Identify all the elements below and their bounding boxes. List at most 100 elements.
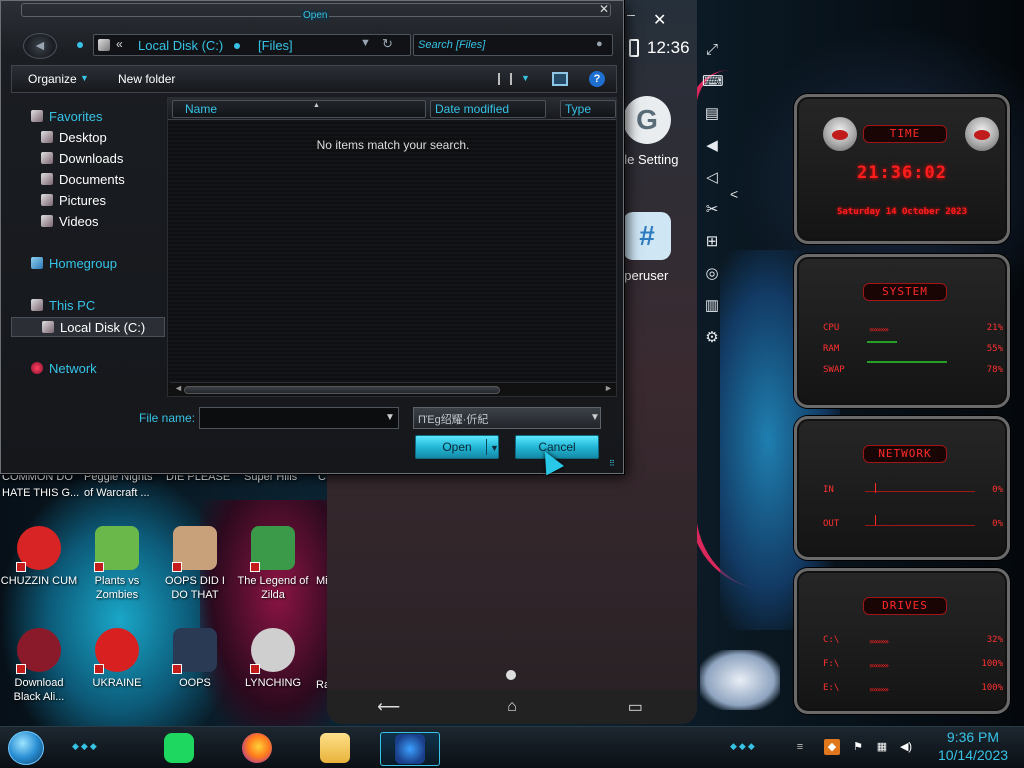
scrollbar-thumb[interactable] — [184, 386, 500, 394]
volume-up-icon[interactable]: ◀ — [702, 136, 722, 156]
nav-desktop[interactable]: Desktop — [11, 128, 165, 148]
chevron-down-icon[interactable]: ▼ — [385, 412, 395, 423]
taskbar-app-file-explorer[interactable] — [306, 732, 366, 766]
back-button[interactable]: ◄ — [23, 33, 57, 59]
system-tray: ≡ ◆ ⚑ ▦ ◀) — [792, 737, 932, 759]
nav-videos[interactable]: Videos — [11, 212, 165, 232]
swap-label: SWAP — [823, 365, 845, 375]
volume-down-icon[interactable]: ◁ — [702, 168, 722, 188]
resize-grip-icon[interactable]: ⠿ — [609, 459, 615, 468]
breadcrumb-files[interactable]: [Files] — [258, 38, 293, 53]
desktop-icon-plants-vs-zombies[interactable]: Plants vs Zombies — [78, 526, 156, 602]
chevron-down-icon[interactable]: ▼ — [490, 437, 499, 459]
file-list[interactable]: ▲ Name Date modified Type No items match… — [167, 97, 617, 397]
shortcut-icon — [172, 562, 182, 572]
chevron-down-icon[interactable]: ▼ — [360, 37, 371, 49]
nav-documents[interactable]: Documents — [11, 170, 165, 190]
desktop-icon-chuzzin-cum[interactable]: CHUZZIN CUM — [0, 526, 78, 588]
shake-icon[interactable]: ▥ — [702, 296, 722, 316]
screenshot-icon[interactable]: ✂ — [702, 200, 722, 220]
location-icon[interactable]: ◎ — [702, 264, 722, 284]
breadcrumb-overflow[interactable]: « — [116, 37, 123, 51]
desktop-icon-lynching[interactable]: LYNCHING — [234, 628, 312, 690]
file-type-select[interactable]: ΠΈg绍耀·伒紀 ▼ — [413, 407, 601, 429]
help-icon[interactable]: ? — [589, 71, 605, 87]
view-options-icon[interactable] — [498, 73, 512, 85]
tray-app-icon[interactable]: ◆ — [824, 739, 840, 755]
preview-pane-icon[interactable] — [552, 72, 568, 86]
desktop-icon-label[interactable]: Mi — [316, 574, 328, 588]
recents-button[interactable]: ▭ — [615, 697, 655, 717]
forward-button[interactable] — [77, 42, 83, 48]
apk-install-icon[interactable]: ▤ — [702, 104, 722, 124]
taskbar-app-active[interactable] — [380, 732, 440, 766]
volume-icon[interactable]: ◀) — [898, 739, 914, 755]
navigation-pane: Favorites Desktop Downloads Documents Pi… — [11, 97, 167, 397]
breadcrumb-separator[interactable] — [234, 43, 240, 49]
chevron-down-icon[interactable]: ▼ — [521, 73, 530, 83]
desktop-icon-download-black-ali[interactable]: Download Black Ali... — [0, 628, 78, 704]
scroll-left-icon[interactable]: ◄ — [174, 383, 183, 393]
minimize-icon[interactable]: – — [627, 6, 635, 22]
drive-e-value: 100% — [981, 683, 1003, 693]
scroll-right-icon[interactable]: ► — [604, 383, 613, 393]
desktop-icon-oops[interactable]: OOPS — [156, 628, 234, 690]
column-date-modified[interactable]: Date modified — [430, 100, 546, 118]
nav-homegroup[interactable]: Homegroup — [11, 254, 165, 274]
start-button[interactable] — [8, 731, 44, 765]
multi-instance-icon[interactable]: ⊞ — [702, 232, 722, 252]
search-input[interactable] — [418, 37, 588, 53]
time-panel: TIME 21:36:02 Saturday 14 October 2023 — [794, 94, 1010, 244]
close-icon[interactable]: ✕ — [595, 2, 613, 16]
taskbar-clock-time[interactable]: 9:36 PM — [928, 729, 1018, 745]
taskbar-clock-date[interactable]: 10/14/2023 — [928, 747, 1018, 763]
breadcrumb-local-disk[interactable]: Local Disk (C:) — [138, 38, 223, 53]
dialog-titlebar[interactable]: Open ✕ — [1, 1, 623, 29]
desktop-icon-label[interactable]: HATE THIS G... — [2, 486, 79, 500]
back-button[interactable]: ⟵ — [369, 697, 409, 717]
file-name-input[interactable] — [199, 407, 399, 429]
nav-this-pc[interactable]: This PC — [11, 296, 165, 316]
column-type[interactable]: Type — [560, 100, 616, 118]
chevron-down-icon[interactable]: ▼ — [80, 73, 89, 83]
new-folder-button[interactable]: New folder — [118, 72, 175, 86]
nav-label: Videos — [59, 214, 99, 229]
search-icon[interactable]: ● — [596, 38, 603, 50]
refresh-icon[interactable]: ↻ — [382, 36, 393, 52]
search-box[interactable]: ● — [413, 34, 613, 56]
ram-label: RAM — [823, 344, 840, 354]
home-button[interactable]: ⌂ — [492, 698, 532, 716]
action-center-icon[interactable]: ⚑ — [850, 739, 866, 755]
network-icon[interactable]: ▦ — [874, 739, 890, 755]
app-google-settings[interactable]: G gle Setting — [617, 96, 707, 167]
desktop-icon-ukraine[interactable]: UKRAINE — [78, 628, 156, 690]
collapse-toolbar-icon[interactable]: < — [730, 186, 738, 202]
desktop-icon-oops-did-i-do-that[interactable]: OOPS DID I DO THAT — [156, 526, 234, 602]
computer-icon — [31, 299, 43, 311]
nav-label: Network — [49, 361, 97, 376]
spotify-icon — [164, 733, 194, 763]
organize-button[interactable]: Organize — [28, 72, 77, 86]
horizontal-scrollbar[interactable]: ◄ ► — [170, 382, 616, 396]
tray-expand-icon[interactable]: ≡ — [792, 739, 808, 755]
desktop-icon-legend-of-zilda[interactable]: The Legend of Zilda — [234, 526, 312, 602]
taskbar-app-firefox[interactable] — [228, 732, 288, 766]
nav-local-disk[interactable]: Local Disk (C:) — [11, 317, 165, 337]
column-label: Type — [565, 102, 592, 116]
app-superuser[interactable]: # uperuser — [617, 212, 707, 283]
nav-pictures[interactable]: Pictures — [11, 191, 165, 211]
taskbar-app-spotify[interactable] — [150, 732, 210, 766]
open-button[interactable]: Open ▼ — [415, 435, 499, 459]
sort-arrow-icon: ▲ — [313, 102, 320, 109]
nav-downloads[interactable]: Downloads — [11, 149, 165, 169]
nav-network[interactable]: Network — [11, 359, 165, 379]
fullscreen-icon[interactable]: ⤢ — [702, 40, 722, 60]
column-name[interactable]: ▲ Name — [172, 100, 426, 118]
close-icon[interactable]: ✕ — [653, 10, 666, 30]
star-icon — [31, 110, 43, 122]
address-bar[interactable]: « Local Disk (C:) [Files] ▼ ↻ — [93, 34, 411, 56]
settings-icon[interactable]: ⚙ — [702, 328, 722, 348]
nav-favorites[interactable]: Favorites — [11, 107, 165, 127]
keyboard-icon[interactable]: ⌨ — [702, 72, 724, 92]
desktop-icon-label[interactable]: of Warcraft ... — [84, 486, 150, 500]
